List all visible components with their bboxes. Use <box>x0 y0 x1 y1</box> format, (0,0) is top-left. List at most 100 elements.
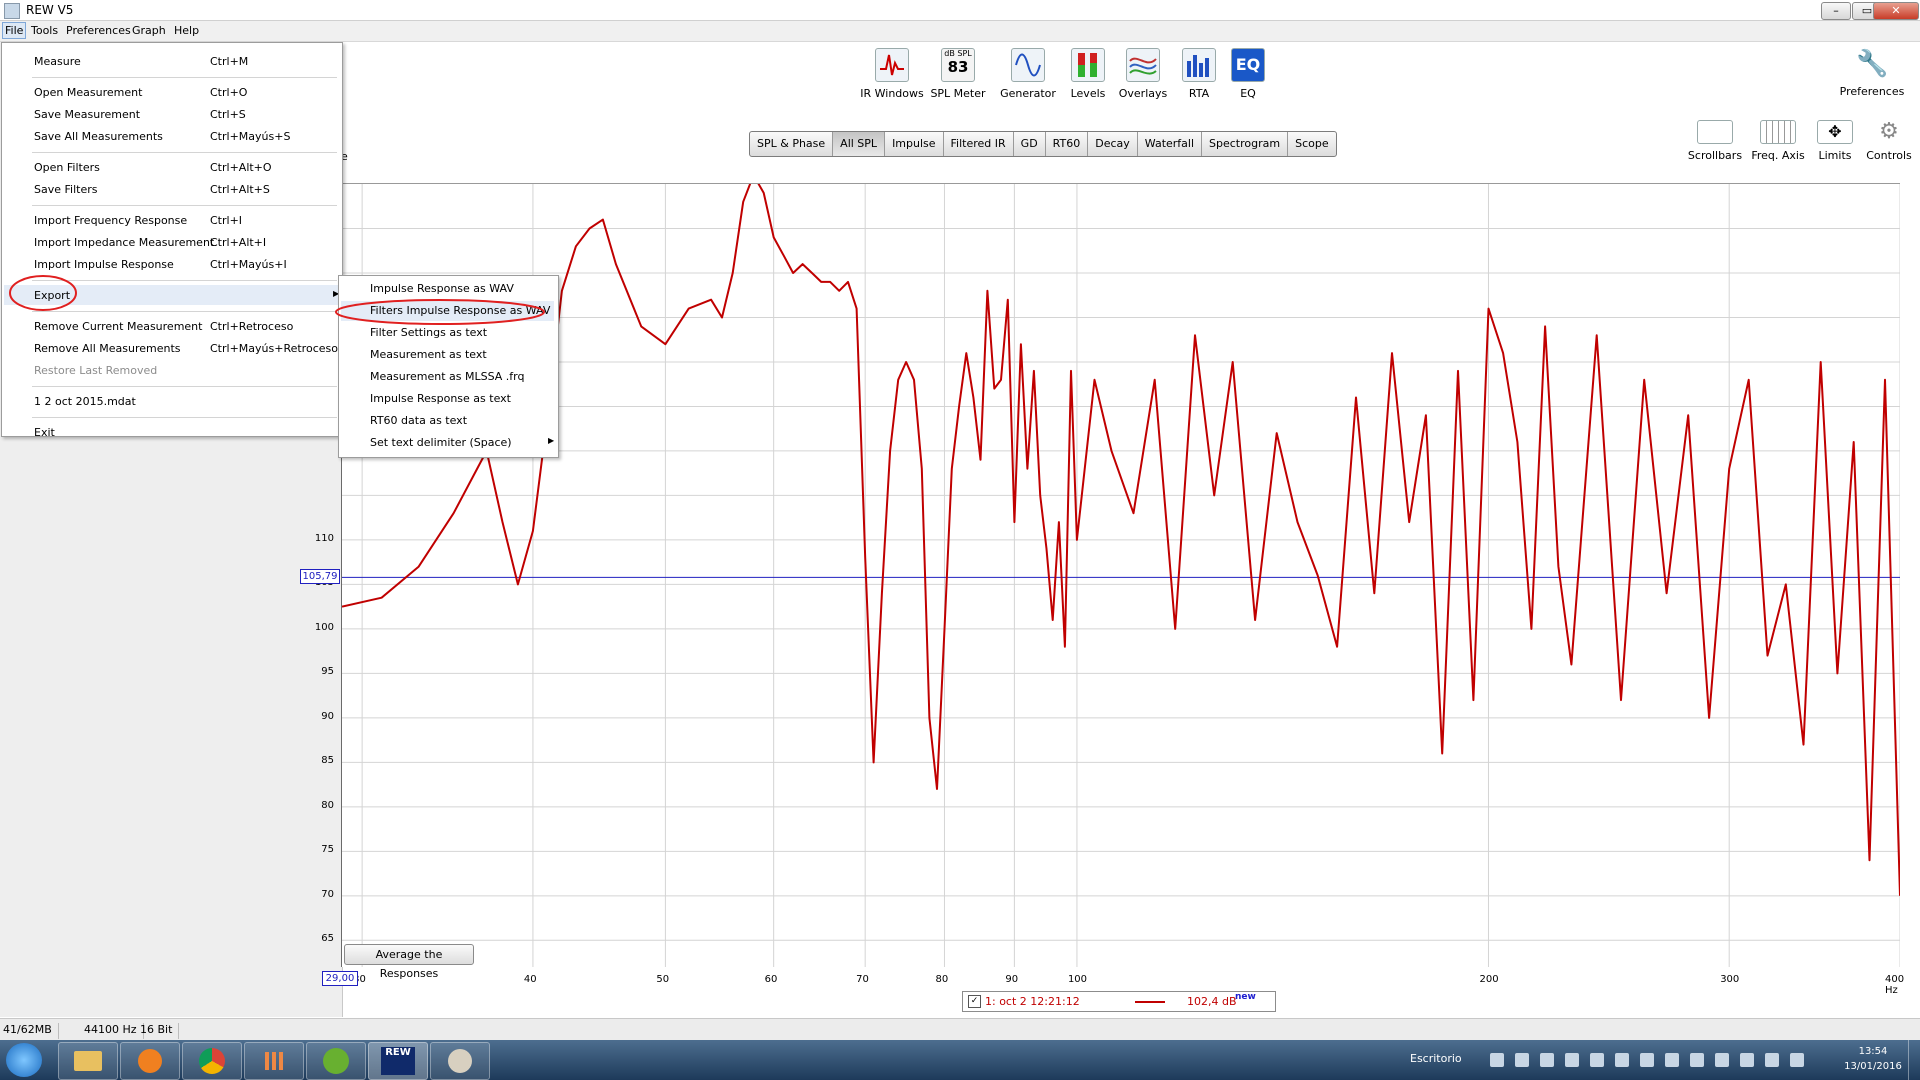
export-item-set-text-delimiter-space[interactable]: Set text delimiter (Space) <box>370 436 512 449</box>
tray-icon[interactable] <box>1765 1053 1779 1067</box>
eq-tool[interactable]: EQ EQ <box>1213 48 1283 100</box>
ir-windows-icon <box>875 48 909 82</box>
explorer-icon[interactable] <box>58 1042 118 1080</box>
tab-rt60[interactable]: RT60 <box>1046 132 1089 156</box>
menu-graph[interactable]: Graph <box>132 24 166 37</box>
tray-icon[interactable] <box>1640 1053 1654 1067</box>
tab-spl-phase[interactable]: SPL & Phase <box>750 132 834 156</box>
freq-axis-icon <box>1760 120 1796 144</box>
file-menu-item-remove-all-measurements[interactable]: Remove All Measurements <box>34 342 181 355</box>
scrollbars-control[interactable]: Scrollbars <box>1680 120 1750 162</box>
tray-icon[interactable] <box>1615 1053 1629 1067</box>
file-menu-item-save-measurement[interactable]: Save Measurement <box>34 108 140 121</box>
eq-icon: EQ <box>1231 48 1265 82</box>
x-tick-label: 90 <box>1005 974 1019 985</box>
clock-time[interactable]: 13:54 <box>1848 1046 1898 1057</box>
tray-icon[interactable] <box>1690 1053 1704 1067</box>
file-menu-item-import-impedance-measurement[interactable]: Import Impedance Measurement <box>34 236 214 249</box>
red-annotation-marks <box>9 275 545 325</box>
controls-label: Controls <box>1866 149 1912 162</box>
y-tick-label: 90 <box>321 710 334 722</box>
graph-tabs: SPL & Phase All SPL Impulse Filtered IR … <box>749 131 1337 157</box>
title-bar: REW V5 – ▭ ✕ <box>0 0 1920 21</box>
chrome-icon[interactable] <box>182 1042 242 1080</box>
file-menu-item-save-filters[interactable]: Save Filters <box>34 183 97 196</box>
tab-impulse[interactable]: Impulse <box>885 132 944 156</box>
file-menu: Measure Ctrl+M Open Measurement Ctrl+O Save … <box>1 42 343 439</box>
preferences-tool[interactable]: 🔧 Preferences <box>1827 48 1917 98</box>
y-tick-label: 95 <box>321 666 334 678</box>
spl-meter-tool[interactable]: dB SPL 83 SPL Meter <box>923 48 993 100</box>
utorrent-icon[interactable] <box>306 1042 366 1080</box>
y-tick-label: 75 <box>321 844 334 856</box>
file-menu-item-open-measurement[interactable]: Open Measurement <box>34 86 142 99</box>
clock-date[interactable]: 13/01/2016 <box>1838 1061 1908 1072</box>
paint-icon[interactable] <box>430 1042 490 1080</box>
spl-meter-value: 83 <box>947 58 969 76</box>
tray-icon[interactable] <box>1590 1053 1604 1067</box>
x-tick-label: 70 <box>856 974 869 985</box>
ir-windows-tool[interactable]: IR Windows <box>857 48 927 100</box>
export-item-measurement-as-text[interactable]: Measurement as text <box>370 348 487 361</box>
file-menu-shortcut: Ctrl+Alt+S <box>210 183 270 196</box>
tray-icon[interactable] <box>1715 1053 1729 1067</box>
file-menu-item-open-filters[interactable]: Open Filters <box>34 161 100 174</box>
average-responses-button[interactable]: Average the Responses <box>344 944 474 980</box>
tab-scope[interactable]: Scope <box>1288 132 1336 156</box>
tray-icon[interactable] <box>1540 1053 1554 1067</box>
tab-decay[interactable]: Decay <box>1088 132 1138 156</box>
x-tick-label: 100 <box>1067 974 1088 985</box>
y-cursor-readout: 105,79 <box>300 569 340 585</box>
x-tick-label: 400 Hz <box>1885 974 1905 996</box>
export-item-impulse-response-as-text[interactable]: Impulse Response as text <box>370 392 511 405</box>
scrollbars-label: Scrollbars <box>1687 149 1743 162</box>
taskbar: REW Escritorio 13:54 13/01/2016 <box>0 1040 1920 1080</box>
menu-separator <box>32 151 337 153</box>
tray-icon[interactable] <box>1515 1053 1529 1067</box>
status-bar: 41/62MB 44100 Hz 16 Bit <box>0 1018 1920 1041</box>
rew-icon[interactable]: REW <box>368 1042 428 1080</box>
sample-rate-status: 44100 Hz <box>84 1023 144 1039</box>
tray-icon[interactable] <box>1490 1053 1504 1067</box>
y-tick-label: 70 <box>321 888 334 900</box>
export-item-rt60-data-as-text[interactable]: RT60 data as text <box>370 414 467 427</box>
tab-spectrogram[interactable]: Spectrogram <box>1202 132 1289 156</box>
menu-file[interactable]: File <box>2 22 27 39</box>
menu-bar: File Tools Preferences Graph Help <box>0 21 1920 42</box>
menu-tools[interactable]: Tools <box>31 24 58 37</box>
menu-preferences[interactable]: Preferences <box>66 24 131 37</box>
tab-waterfall[interactable]: Waterfall <box>1138 132 1203 156</box>
spl-graph[interactable] <box>341 174 1901 967</box>
rta-icon <box>1182 48 1216 82</box>
media-player-icon[interactable] <box>120 1042 180 1080</box>
bit-depth-status: 16 Bit <box>140 1023 180 1039</box>
start-orb-icon[interactable] <box>6 1043 42 1077</box>
export-item-measurement-as-mlssa-frq[interactable]: Measurement as MLSSA .frq <box>370 370 524 383</box>
close-button[interactable]: ✕ <box>1873 2 1919 20</box>
file-menu-shortcut: Ctrl+I <box>210 214 243 227</box>
file-menu-item-save-all-measurements[interactable]: Save All Measurements <box>34 130 163 143</box>
file-menu-item-measure[interactable]: Measure <box>34 55 81 68</box>
tab-filtered-ir[interactable]: Filtered IR <box>944 132 1014 156</box>
show-desktop-button[interactable] <box>1908 1040 1920 1080</box>
tab-all-spl[interactable]: All SPL <box>833 132 886 156</box>
gear-icon: ⚙ <box>1879 119 1899 144</box>
legend-checkbox[interactable]: ✓ <box>968 995 981 1008</box>
generator-icon <box>1011 48 1045 82</box>
tray-icon[interactable] <box>1790 1053 1804 1067</box>
desktop-toolbar-label[interactable]: Escritorio <box>1410 1052 1462 1065</box>
controls-control[interactable]: ⚙ Controls <box>1854 119 1920 163</box>
file-menu-item-1-2-oct-2015-mdat[interactable]: 1 2 oct 2015.mdat <box>34 395 136 408</box>
graph-legend: ✓ 1: oct 2 12:21:12 102,4 dB new <box>962 991 1276 1012</box>
spl-chart <box>341 174 1901 967</box>
menu-help[interactable]: Help <box>174 24 199 37</box>
tray-icon[interactable] <box>1565 1053 1579 1067</box>
apps-grid-icon[interactable] <box>244 1042 304 1080</box>
file-menu-item-import-frequency-response[interactable]: Import Frequency Response <box>34 214 187 227</box>
minimize-button[interactable]: – <box>1821 2 1851 20</box>
tab-gd[interactable]: GD <box>1014 132 1046 156</box>
file-menu-item-exit[interactable]: Exit <box>34 426 55 439</box>
file-menu-shortcut: Ctrl+Mayús+Retroceso <box>210 342 338 355</box>
tray-icon[interactable] <box>1665 1053 1679 1067</box>
tray-icon[interactable] <box>1740 1053 1754 1067</box>
